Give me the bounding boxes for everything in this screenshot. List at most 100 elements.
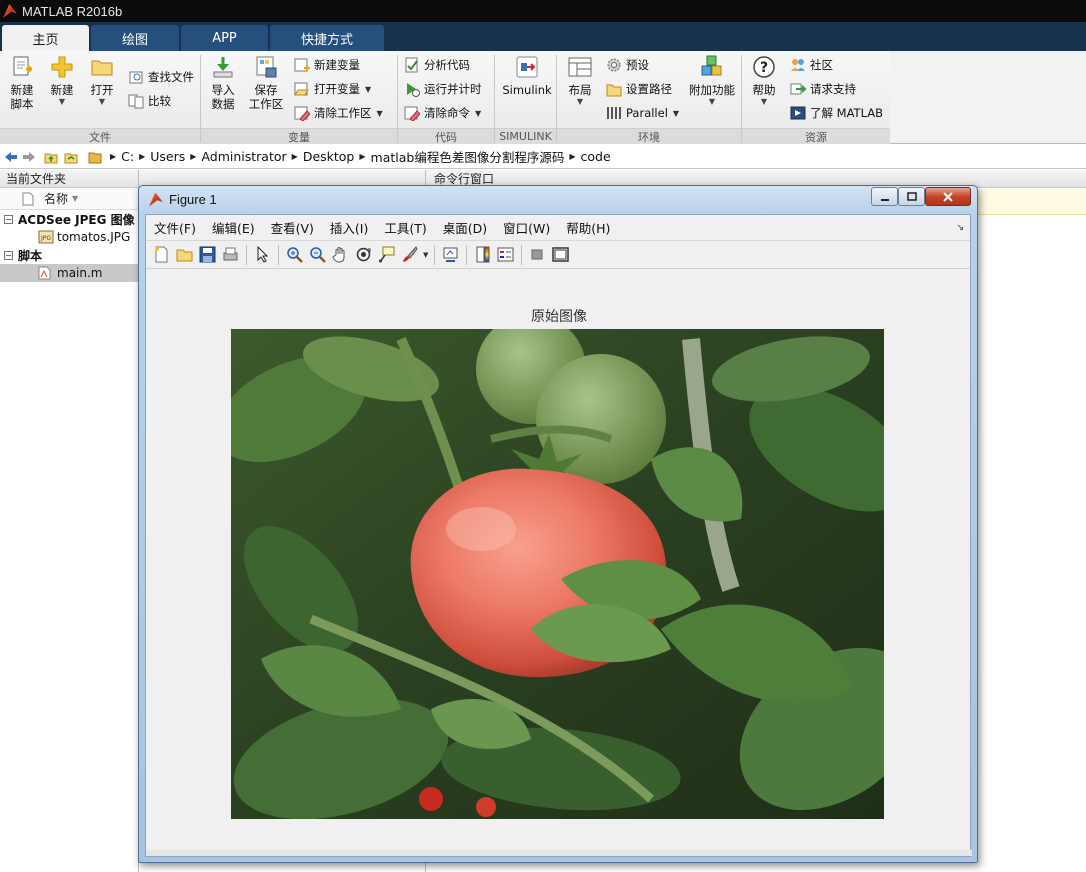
layout-button[interactable]: 布局 ▼: [564, 55, 596, 107]
save-workspace-button[interactable]: 保存 工作区: [246, 55, 286, 111]
menu-view[interactable]: 查看(V): [271, 218, 314, 237]
forward-arrow-icon[interactable]: [22, 150, 36, 164]
preferences-label: 预设: [626, 58, 649, 72]
close-button[interactable]: [925, 187, 971, 206]
m-file-icon: [38, 266, 52, 280]
pan-hand-icon[interactable]: [332, 246, 349, 263]
pointer-arrow-icon[interactable]: [254, 245, 271, 263]
open-variable-icon: [294, 81, 310, 97]
menu-window[interactable]: 窗口(W): [503, 218, 550, 237]
data-cursor-icon[interactable]: [378, 246, 395, 263]
breadcrumb-separator: ▶: [291, 152, 298, 161]
clear-workspace-button[interactable]: 清除工作区 ▼: [294, 103, 383, 123]
parallel-button[interactable]: Parallel ▼: [606, 103, 679, 123]
chevron-down-icon: ▼: [58, 97, 66, 106]
menu-file[interactable]: 文件(F): [154, 218, 196, 237]
request-support-button[interactable]: 请求支持: [790, 79, 856, 99]
new-variable-label: 新建变量: [314, 58, 360, 72]
print-icon[interactable]: [222, 246, 239, 263]
dock-arrow-icon[interactable]: ↘: [956, 223, 964, 233]
menu-desktop[interactable]: 桌面(D): [443, 218, 487, 237]
run-and-time-label: 运行并计时: [424, 82, 482, 96]
new-variable-button[interactable]: 新建变量: [294, 55, 360, 75]
group-row[interactable]: − 脚本: [0, 246, 138, 264]
parallel-icon: [606, 105, 622, 121]
community-label: 社区: [810, 58, 833, 72]
figure-menubar: 文件(F) 编辑(E) 查看(V) 插入(I) 工具(T) 桌面(D) 窗口(W…: [146, 215, 970, 241]
new-variable-icon: [294, 57, 310, 73]
figure-window[interactable]: Figure 1 文件(F) 编辑(E) 查看(V) 插入(I) 工具(T) 桌…: [138, 185, 978, 863]
tab-shortcuts[interactable]: 快捷方式: [270, 25, 384, 51]
learn-matlab-icon: [790, 105, 806, 121]
zoom-out-icon[interactable]: [309, 246, 326, 263]
tab-apps[interactable]: APP: [181, 25, 268, 51]
breadcrumb-item[interactable]: C:: [121, 149, 134, 164]
collapse-icon[interactable]: −: [4, 250, 13, 260]
breadcrumb-item[interactable]: code: [581, 149, 611, 164]
new-label: 新建: [50, 83, 74, 97]
colorbar-icon[interactable]: [474, 246, 491, 263]
compare-button[interactable]: 比较: [128, 91, 171, 111]
back-arrow-icon[interactable]: [4, 150, 18, 164]
chevron-down-icon[interactable]: ▼: [423, 251, 428, 259]
column-header[interactable]: 名称 ▼: [0, 188, 138, 210]
tomato-photo-image: [231, 329, 884, 819]
new-figure-icon[interactable]: [153, 246, 170, 263]
analyze-code-button[interactable]: 分析代码: [404, 55, 470, 75]
breadcrumb-item[interactable]: Desktop: [303, 149, 355, 164]
open-variable-button[interactable]: 打开变量 ▼: [294, 79, 371, 99]
simulink-button[interactable]: Simulink: [500, 55, 554, 97]
link-plot-icon[interactable]: [442, 246, 459, 263]
help-button[interactable]: ? 帮助 ▼: [748, 55, 780, 107]
menu-help[interactable]: 帮助(H): [566, 218, 610, 237]
open-file-icon[interactable]: [176, 246, 193, 263]
breadcrumb-item[interactable]: Users: [150, 149, 185, 164]
hide-plot-tools-icon[interactable]: [529, 246, 546, 263]
menu-tools[interactable]: 工具(T): [384, 218, 426, 237]
tab-plots[interactable]: 绘图: [91, 25, 179, 51]
browse-folder-icon[interactable]: [64, 150, 78, 164]
zoom-in-icon[interactable]: [286, 246, 303, 263]
breadcrumb-item[interactable]: matlab编程色差图像分割程序源码: [371, 147, 565, 166]
save-icon[interactable]: [199, 246, 216, 263]
legend-icon[interactable]: [497, 246, 514, 263]
request-support-label: 请求支持: [810, 82, 856, 96]
new-script-label-1: 新建: [10, 83, 34, 97]
find-files-button[interactable]: 查找文件: [128, 67, 194, 87]
show-plot-tools-icon[interactable]: [552, 246, 570, 263]
tomato-photo: [231, 329, 884, 819]
collapse-icon[interactable]: −: [4, 214, 13, 224]
breadcrumb-item[interactable]: Administrator: [201, 149, 286, 164]
preferences-button[interactable]: 预设: [606, 55, 649, 75]
clear-commands-button[interactable]: 清除命令 ▼: [404, 103, 481, 123]
tab-home[interactable]: 主页: [2, 25, 89, 51]
compare-icon: [128, 93, 144, 109]
new-button[interactable]: 新建 ▼: [46, 55, 78, 107]
open-button[interactable]: 打开 ▼: [86, 55, 118, 107]
analyze-code-label: 分析代码: [424, 58, 470, 72]
up-folder-icon[interactable]: [44, 150, 58, 164]
open-label: 打开: [90, 83, 114, 97]
import-data-button[interactable]: 导入 数据: [206, 55, 240, 111]
layout-icon: [568, 55, 592, 79]
breadcrumb-separator: ▶: [110, 152, 117, 161]
community-button[interactable]: 社区: [790, 55, 833, 75]
addons-button[interactable]: 附加功能 ▼: [686, 55, 738, 107]
minimize-button[interactable]: [871, 187, 898, 206]
menu-edit[interactable]: 编辑(E): [212, 218, 255, 237]
gear-icon: [606, 57, 622, 73]
menu-insert[interactable]: 插入(I): [330, 218, 368, 237]
set-path-button[interactable]: 设置路径: [606, 79, 672, 99]
new-script-button[interactable]: 新建 脚本: [6, 55, 38, 111]
file-row[interactable]: JPG tomatos.JPG: [0, 228, 138, 246]
maximize-button[interactable]: [898, 187, 925, 206]
rotate-3d-icon[interactable]: [355, 246, 372, 263]
folder-open-icon: [90, 55, 114, 79]
group-row[interactable]: − ACDSee JPEG 图像: [0, 210, 138, 228]
run-and-time-button[interactable]: 运行并计时: [404, 79, 482, 99]
brush-icon[interactable]: [401, 246, 418, 263]
learn-matlab-button[interactable]: 了解 MATLAB: [790, 103, 883, 123]
analyze-code-icon: [404, 57, 420, 73]
ribbon: 新建 脚本 新建 ▼ 打开 ▼ 查找文件 比较 文件 导入 数据 保存 工作区 …: [0, 51, 1086, 144]
file-row-selected[interactable]: main.m: [0, 264, 138, 282]
